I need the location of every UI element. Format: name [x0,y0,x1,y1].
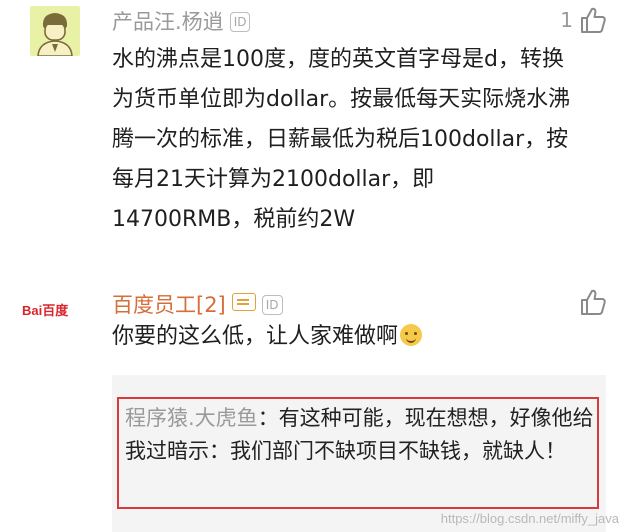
embarrassed-emoji-icon [400,324,423,346]
username-text[interactable]: 产品汪.杨逍 [112,10,224,34]
reply-author[interactable]: 程序猿.大虎鱼 [125,406,258,430]
reply: 程序猿.大虎鱼：有这种可能，现在想想，好像他给我过暗示：我们部门不缺项目不缺钱，… [125,402,597,468]
comment-author[interactable]: 百度员工[2] ID [112,289,283,319]
watermark: https://blog.csdn.net/miffy_java [440,511,619,526]
username-text[interactable]: 百度员工[2] [112,293,226,317]
like-button[interactable] [579,288,607,316]
thumbs-up-icon [581,7,606,33]
comment-text: 你要的这么低，让人家难做啊 [112,317,572,357]
comment-text-content: 你要的这么低，让人家难做啊 [112,324,399,349]
comment-author[interactable]: 产品汪.杨逍 ID [112,6,251,36]
like-button[interactable]: 1 [560,6,607,34]
baidu-logo[interactable]: Bai百度 [22,300,82,322]
vip-card-icon [231,293,256,311]
id-badge: ID [261,295,283,315]
id-badge: ID [229,12,251,32]
avatar-default-icon [30,6,80,56]
like-count: 1 [560,8,573,32]
comment-text: 水的沸点是100度，度的英文首字母是d，转换为货币单位即为dollar。按最低每… [112,47,571,232]
comment: Bai百度 百度员工[2] ID 你要的这么低，让人家难做啊 程序猿.大虎鱼：有这… [0,280,625,532]
avatar[interactable] [30,6,80,56]
reply-box: 程序猿.大虎鱼：有这种可能，现在想想，好像他给我过暗示：我们部门不缺项目不缺钱，… [112,375,606,532]
thumbs-up-icon [581,289,606,315]
comment: 产品汪.杨逍 ID 1 水的沸点是100度，度的英文首字母是d，转换为货币单位即为… [0,0,625,250]
